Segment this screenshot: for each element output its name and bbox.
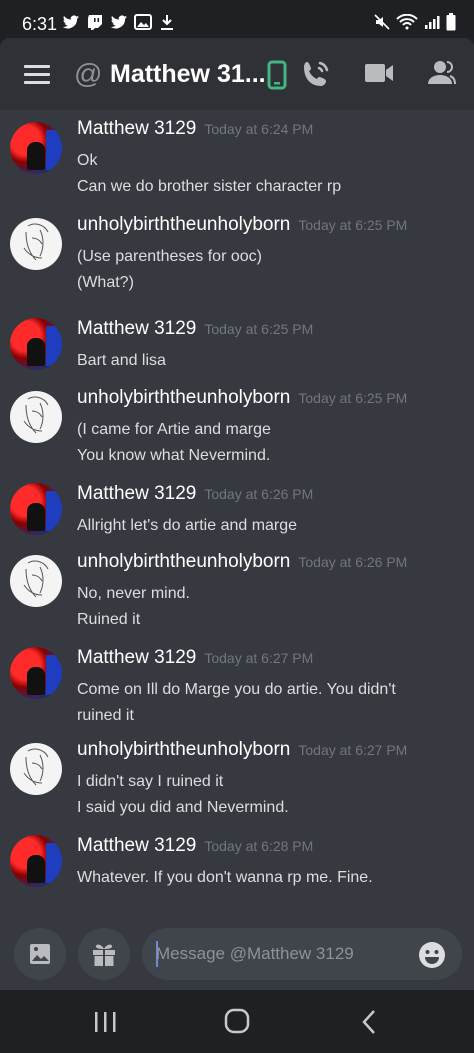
page-title[interactable]: Matthew 31... — [110, 60, 266, 89]
status-time: 6:31 — [22, 14, 58, 34]
message-text: Come on Ill do Marge you do artie. You d… — [77, 681, 396, 698]
message-text: Ok — [77, 152, 98, 169]
message-timestamp: Today at 6:27 PM — [298, 742, 408, 758]
avatar[interactable] — [10, 318, 62, 370]
notification-icons — [62, 14, 176, 30]
message-timestamp: Today at 6:24 PM — [204, 121, 314, 137]
message-timestamp: Today at 6:27 PM — [204, 650, 314, 666]
twitch-icon — [88, 15, 102, 30]
avatar[interactable] — [10, 122, 62, 174]
message-header: Matthew 3129 Today at 6:27 PM — [77, 647, 313, 669]
message-author[interactable]: Matthew 3129 — [77, 118, 196, 139]
chat-window: @ Matthew 31... Matthew 3129 Today at 6:2… — [0, 38, 474, 990]
avatar[interactable] — [10, 483, 62, 535]
message-timestamp: Today at 6:25 PM — [298, 217, 408, 233]
signal-icon — [425, 16, 440, 29]
members-icon[interactable] — [426, 58, 456, 88]
avatar[interactable] — [10, 647, 62, 699]
message-header: unholybirththeunholyborn Today at 6:26 PM — [77, 551, 407, 573]
channel-header: @ Matthew 31... — [0, 38, 474, 110]
message-text: (I came for Artie and marge — [77, 421, 271, 438]
system-nav-bar — [0, 990, 474, 1053]
message-timestamp: Today at 6:25 PM — [204, 321, 314, 337]
avatar[interactable] — [10, 835, 62, 887]
sketch-avatar-icon — [23, 560, 49, 598]
mute-icon — [374, 14, 390, 30]
message-header: Matthew 3129 Today at 6:24 PM — [77, 118, 313, 140]
message-text: ruined it — [77, 707, 134, 724]
message-list[interactable]: Matthew 3129 Today at 6:24 PM Ok Can we d… — [0, 110, 474, 930]
message-author[interactable]: unholybirththeunholyborn — [77, 551, 290, 572]
home-icon[interactable] — [217, 1006, 257, 1038]
message-text: (What?) — [77, 274, 134, 291]
message-author[interactable]: Matthew 3129 — [77, 835, 196, 856]
message-header: unholybirththeunholyborn Today at 6:25 PM — [77, 214, 407, 236]
voice-call-icon[interactable] — [300, 58, 332, 90]
upload-image-button[interactable] — [14, 928, 66, 980]
message-author[interactable]: Matthew 3129 — [77, 483, 196, 504]
message-text: Ruined it — [77, 611, 141, 628]
message-text: Allright let's do artie and marge — [77, 517, 298, 534]
avatar[interactable] — [10, 391, 62, 443]
download-icon — [161, 15, 173, 30]
twitter-icon-2 — [110, 15, 127, 29]
avatar[interactable] — [10, 218, 62, 270]
gift-icon — [93, 944, 115, 966]
message-header: Matthew 3129 Today at 6:28 PM — [77, 835, 313, 857]
message-timestamp: Today at 6:25 PM — [298, 390, 408, 406]
image-icon — [30, 944, 50, 964]
emoji-icon[interactable] — [418, 941, 446, 969]
sketch-avatar-icon — [23, 396, 49, 434]
sketch-avatar-icon — [23, 223, 49, 261]
at-icon: @ — [74, 58, 103, 89]
message-author[interactable]: unholybirththeunholyborn — [77, 739, 290, 760]
message-author[interactable]: Matthew 3129 — [77, 647, 196, 668]
battery-icon — [446, 13, 456, 31]
message-header: unholybirththeunholyborn Today at 6:25 PM — [77, 387, 407, 409]
message-text: Bart and lisa — [77, 352, 166, 369]
wifi-icon — [396, 14, 418, 30]
message-text: Can we do brother sister character rp — [77, 178, 342, 195]
message-timestamp: Today at 6:26 PM — [204, 486, 314, 502]
message-author[interactable]: Matthew 3129 — [77, 318, 196, 339]
message-text: I didn't say I ruined it — [77, 773, 224, 790]
message-text: Whatever. If you don't wanna rp me. Fine… — [77, 869, 373, 886]
status-bar: 6:31 — [0, 0, 474, 42]
message-text: I said you did and Nevermind. — [77, 799, 289, 816]
message-author[interactable]: unholybirththeunholyborn — [77, 214, 290, 235]
message-text: No, never mind. — [77, 585, 190, 602]
system-icons — [374, 13, 456, 31]
message-input[interactable] — [156, 942, 406, 966]
phone-status-icon — [267, 60, 287, 90]
recent-apps-icon[interactable] — [85, 1006, 125, 1038]
menu-icon[interactable] — [24, 65, 50, 85]
sketch-avatar-icon — [23, 748, 49, 786]
image-icon — [134, 14, 152, 30]
avatar[interactable] — [10, 555, 62, 607]
message-timestamp: Today at 6:28 PM — [204, 838, 314, 854]
message-input-container[interactable] — [142, 928, 462, 980]
message-header: Matthew 3129 Today at 6:25 PM — [77, 318, 313, 340]
gift-button[interactable] — [78, 928, 130, 980]
twitter-icon — [62, 15, 79, 29]
message-timestamp: Today at 6:26 PM — [298, 554, 408, 570]
video-call-icon[interactable] — [364, 62, 394, 84]
avatar[interactable] — [10, 743, 62, 795]
back-icon[interactable] — [350, 1006, 390, 1038]
message-author[interactable]: unholybirththeunholyborn — [77, 387, 290, 408]
message-header: unholybirththeunholyborn Today at 6:27 PM — [77, 739, 407, 761]
message-header: Matthew 3129 Today at 6:26 PM — [77, 483, 313, 505]
message-text: (Use parentheses for ooc) — [77, 248, 262, 265]
message-text: You know what Nevermind. — [77, 447, 271, 464]
